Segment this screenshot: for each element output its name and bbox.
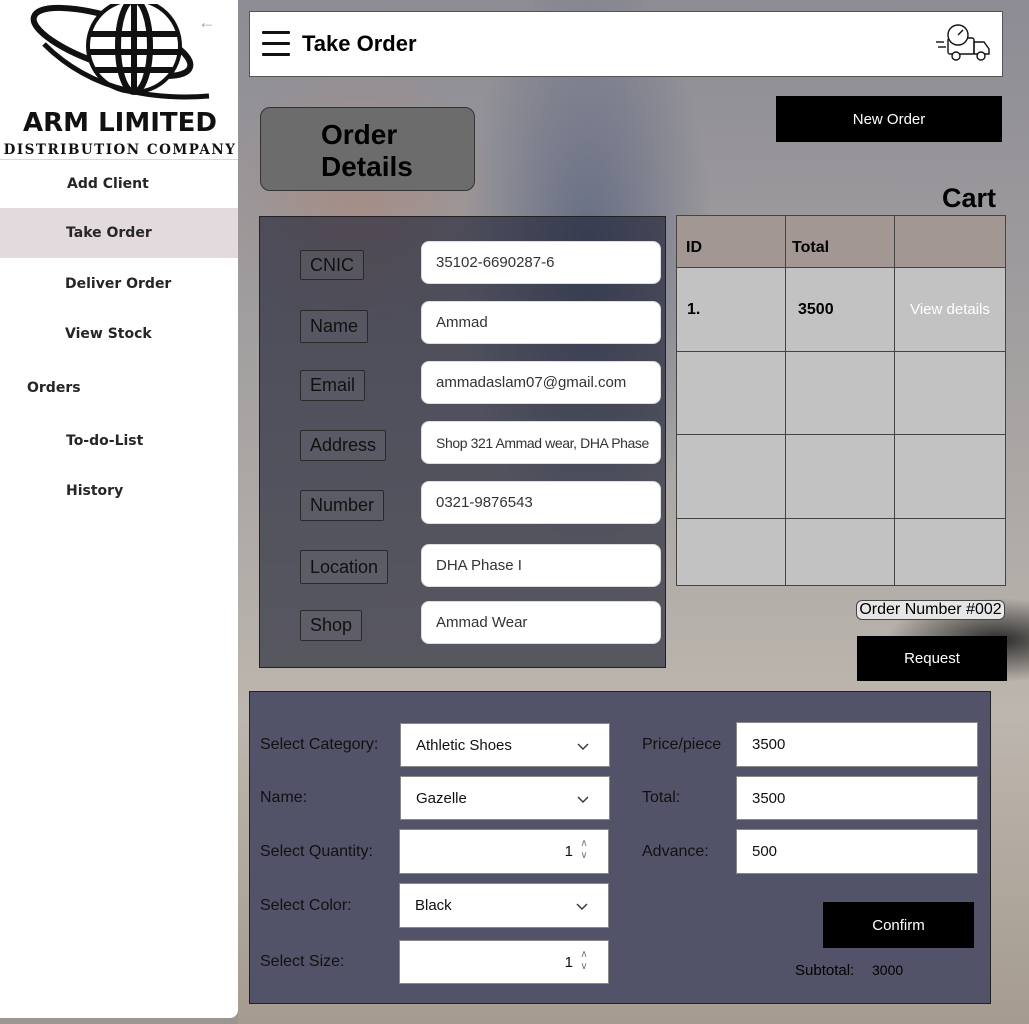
- chevron-down-icon: [577, 796, 589, 803]
- advance-label: Advance:: [642, 843, 709, 860]
- price-field[interactable]: 3500: [736, 722, 978, 767]
- number-field[interactable]: 0321-9876543: [421, 481, 661, 524]
- total-field[interactable]: 3500: [736, 776, 978, 820]
- name-label: Name: [300, 310, 369, 343]
- location-label: Location: [300, 550, 389, 584]
- order-number-badge: Order Number #002: [856, 600, 1005, 620]
- sidebar-item-to-do-list[interactable]: To-do-List: [0, 416, 238, 466]
- chevron-down-icon: [577, 743, 589, 750]
- order-details-heading: Order Details: [260, 107, 475, 191]
- logo-text-line2: DISTRIBUTION COMPANY: [4, 142, 236, 158]
- logo-text-line1: ARM LIMITED: [23, 108, 217, 138]
- cart-table-border: [676, 215, 1006, 586]
- category-label: Select Category:: [260, 736, 379, 753]
- sidebar-item-history[interactable]: History: [0, 466, 238, 516]
- cart-title: Cart: [942, 183, 997, 213]
- chevron-down-icon: [576, 903, 588, 910]
- sidebar-item-label: History: [66, 483, 124, 499]
- name-field[interactable]: Ammad: [421, 301, 661, 344]
- cnic-field[interactable]: 35102-6690287-6: [421, 241, 661, 284]
- size-label: Select Size:: [260, 953, 345, 970]
- total-label: Total:: [642, 789, 681, 806]
- page-title: Take Order: [302, 31, 417, 56]
- color-label: Select Color:: [260, 897, 352, 914]
- request-button[interactable]: Request: [857, 636, 1007, 681]
- confirm-button[interactable]: Confirm: [823, 902, 974, 948]
- cart-table: ID Total 1. 3500 View details: [676, 215, 1006, 586]
- order-details-line2: Details: [321, 151, 413, 182]
- sidebar-item-label: Take Order: [66, 225, 152, 241]
- hamburger-menu-icon[interactable]: [262, 31, 290, 57]
- location-field[interactable]: DHA Phase I: [421, 544, 661, 587]
- price-label: Price/piece: [642, 736, 722, 753]
- cnic-label: CNIC: [300, 250, 364, 280]
- category-value: Athletic Shoes: [416, 736, 512, 754]
- sidebar-item-label: Add Client: [67, 176, 149, 192]
- shop-label: Shop: [300, 610, 363, 641]
- email-field[interactable]: ammadaslam07@gmail.com: [421, 361, 661, 404]
- back-arrow-icon[interactable]: ←: [198, 12, 216, 33]
- advance-field[interactable]: 500: [736, 829, 978, 874]
- address-label: Address: [300, 430, 387, 461]
- sidebar-item-label: To-do-List: [66, 433, 144, 449]
- delivery-truck-icon: [936, 24, 990, 61]
- sidebar-item-label: Orders: [27, 380, 81, 396]
- sidebar-item-deliver-order[interactable]: Deliver Order: [0, 259, 238, 309]
- subtotal-value: 3000: [872, 962, 904, 978]
- color-select[interactable]: Black: [399, 883, 609, 928]
- name-select[interactable]: Gazelle: [400, 776, 610, 820]
- spinner-arrows-icon[interactable]: ∧ ∨: [578, 838, 590, 864]
- sidebar: ARM LIMITED DISTRIBUTION COMPANY ← Add C…: [0, 0, 238, 1018]
- spinner-arrows-icon[interactable]: ∧ ∨: [578, 949, 590, 975]
- number-label: Number: [300, 490, 385, 521]
- name-select-label: Name:: [260, 789, 308, 806]
- name-select-value: Gazelle: [416, 789, 467, 807]
- quantity-value: 1: [564, 843, 573, 860]
- sidebar-item-view-stock[interactable]: View Stock: [0, 309, 238, 359]
- top-bar: Take Order: [249, 11, 1003, 77]
- address-field[interactable]: Shop 321 Ammad wear, DHA Phase: [421, 421, 661, 464]
- sidebar-item-orders[interactable]: Orders: [0, 363, 238, 413]
- size-value: 1: [564, 953, 573, 971]
- subtotal-label: Subtotal:: [795, 962, 855, 979]
- sidebar-item-take-order[interactable]: Take Order: [0, 208, 238, 258]
- color-value: Black: [415, 897, 452, 914]
- quantity-label: Select Quantity:: [260, 843, 373, 860]
- sidebar-item-add-client[interactable]: Add Client: [0, 159, 238, 209]
- category-select[interactable]: Athletic Shoes: [400, 723, 610, 767]
- order-details-line1: Order: [321, 119, 398, 150]
- email-label: Email: [300, 370, 366, 401]
- size-stepper[interactable]: 1 ∧ ∨: [399, 940, 609, 984]
- sidebar-item-label: Deliver Order: [65, 276, 172, 292]
- shop-field[interactable]: Ammad Wear: [421, 601, 661, 644]
- sidebar-item-label: View Stock: [65, 326, 152, 342]
- new-order-button[interactable]: New Order: [776, 96, 1002, 142]
- quantity-stepper[interactable]: 1 ∧ ∨: [399, 829, 609, 874]
